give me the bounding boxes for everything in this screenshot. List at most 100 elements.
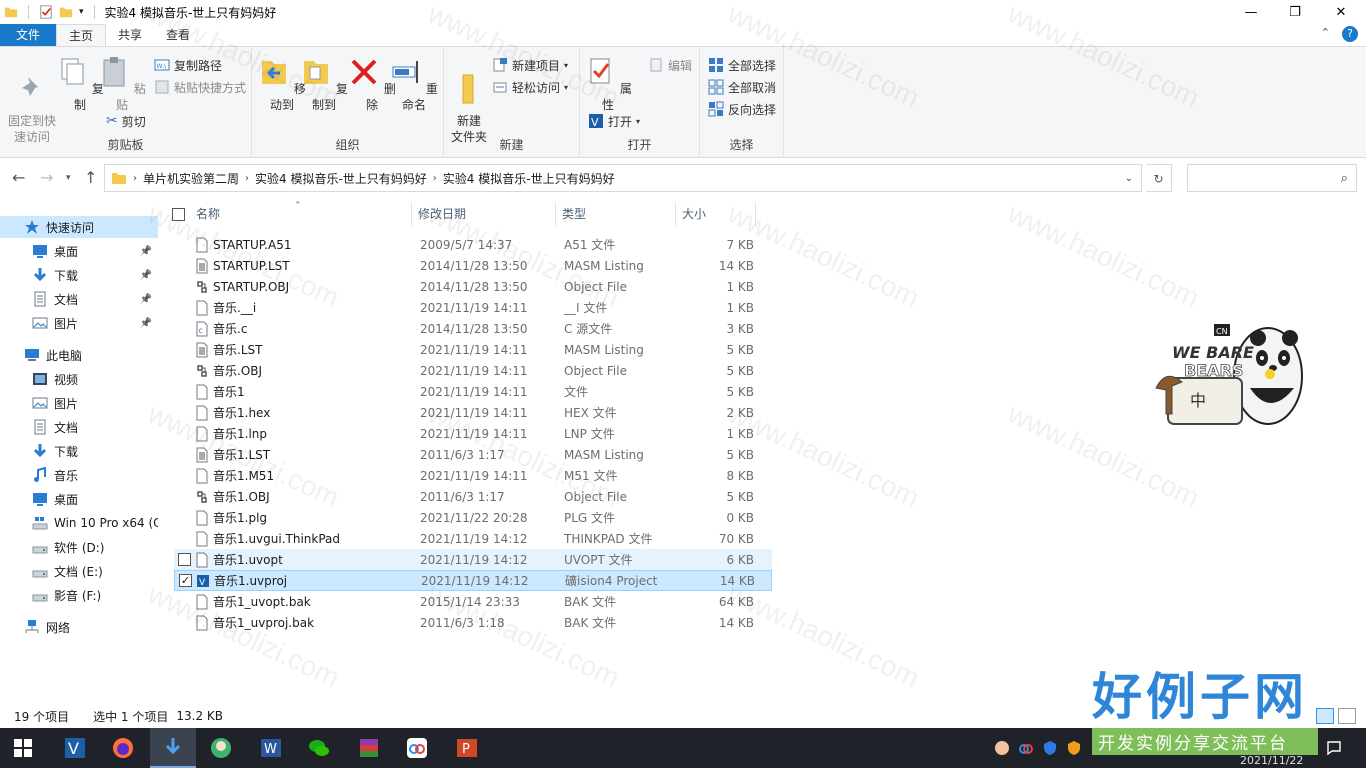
sidebar-item-16[interactable]: 网络 [0,616,158,638]
row-checkbox[interactable]: ✓ [179,574,192,587]
table-row[interactable]: 音乐1.M51 2021/11/19 14:11 M51 文件 8 KB [174,465,772,486]
copy-button[interactable]: 复制 [56,55,104,113]
row-checkbox[interactable] [178,553,191,566]
up-arrow-icon[interactable]: ↑ [84,168,97,187]
address-bar[interactable]: › 单片机实验第二周 › 实验4 模拟音乐-世上只有妈妈好 › 实验4 模拟音乐… [104,164,1142,192]
new-item-button[interactable]: 新建项目 ▾ [492,55,568,75]
row-checkbox[interactable] [178,532,191,545]
paste-button[interactable]: 粘贴 [98,55,146,113]
row-checkbox[interactable] [178,469,191,482]
row-checkbox[interactable] [178,259,191,272]
row-checkbox[interactable] [178,490,191,503]
sidebar-item-11[interactable]: 桌面 [0,488,158,510]
properties-icon[interactable] [39,5,53,19]
pin-to-quick-access-button[interactable]: 固定到快 速访问 [4,55,60,145]
row-checkbox[interactable] [178,322,191,335]
paste-shortcut-button[interactable]: 粘贴快捷方式 [154,77,246,97]
delete-button[interactable]: 删除 [348,55,396,113]
address-dropdown-icon[interactable]: ⌄ [1125,173,1133,184]
help-icon[interactable]: ? [1342,26,1358,42]
back-arrow-icon[interactable]: ← [12,168,25,187]
breadcrumb-chevron-icon[interactable]: › [433,173,437,184]
column-size[interactable]: 大小 [676,202,756,226]
sidebar-item-8[interactable]: 文档 [0,416,158,438]
new-folder-icon[interactable] [59,5,73,19]
sidebar-item-7[interactable]: 图片 [0,392,158,414]
table-row[interactable]: 音乐1.uvgui.ThinkPad 2021/11/19 14:12 THINKP… [174,528,772,549]
sidebar-item-3[interactable]: 文档 📌 [0,288,158,310]
tab-share[interactable]: 共享 [106,24,154,46]
refresh-button[interactable]: ↻ [1146,164,1172,192]
notification-icon[interactable] [1326,740,1342,756]
pin-icon[interactable]: 📌 [140,246,152,257]
table-row[interactable]: c 音乐.c 2014/11/28 13:50 C 源文件 3 KB [174,318,772,339]
table-row[interactable]: ✓ V 音乐1.uvproj 2021/11/19 14:12 礦ision4 Proj… [174,570,772,591]
table-row[interactable]: 音乐.__i 2021/11/19 14:11 __I 文件 1 KB [174,297,772,318]
row-checkbox[interactable] [178,427,191,440]
breadcrumb-item[interactable]: 实验4 模拟音乐-世上只有妈妈好 [255,170,427,187]
open-button[interactable]: V 打开 ▾ [588,111,640,131]
row-checkbox[interactable] [178,280,191,293]
taskbar-wechat[interactable] [296,728,342,768]
sidebar-item-1[interactable]: 桌面 📌 [0,240,158,262]
taskbar-word[interactable]: W [248,728,294,768]
sidebar-item-12[interactable]: Win 10 Pro x64 (C [0,512,158,534]
maximize-button[interactable]: ❐ [1272,0,1318,24]
column-name[interactable]: 名称 ⌃ [170,201,412,226]
invert-selection-button[interactable]: 反向选择 [708,99,776,119]
table-row[interactable]: 音乐1.lnp 2021/11/19 14:11 LNP 文件 1 KB [174,423,772,444]
table-row[interactable]: STARTUP.OBJ 2014/11/28 13:50 Object File 1 … [174,276,772,297]
close-button[interactable]: ✕ [1318,0,1364,24]
collapse-ribbon-icon[interactable]: ⌃ [1321,26,1330,42]
easy-access-button[interactable]: 轻松访问 ▾ [492,77,568,97]
row-checkbox[interactable] [178,616,191,629]
details-view-icon[interactable] [1316,708,1334,724]
row-checkbox[interactable] [178,301,191,314]
qat-dropdown-icon[interactable]: ▾ [79,7,84,17]
row-checkbox[interactable] [178,511,191,524]
sidebar-item-4[interactable]: 图片 📌 [0,312,158,334]
select-all-button[interactable]: 全部选择 [708,55,776,75]
sidebar-item-14[interactable]: 文档 (E:) [0,560,158,582]
sidebar-item-5[interactable]: 此电脑 [0,344,158,366]
tray-security-icon[interactable] [1066,740,1082,756]
taskbar-powerpoint[interactable]: P [444,728,490,768]
tab-file[interactable]: 文件 [0,24,56,46]
edit-button[interactable]: 编辑 [648,55,692,75]
pin-icon[interactable]: 📌 [140,318,152,329]
table-row[interactable]: 音乐1_uvproj.bak 2011/6/3 1:18 BAK 文件 14 KB [174,612,772,633]
column-type[interactable]: 类型 [556,202,676,226]
tray-netdisk-icon[interactable] [1018,740,1034,756]
tab-home[interactable]: 主页 [56,24,107,46]
row-checkbox[interactable] [178,364,191,377]
taskbar-firefox[interactable] [100,728,146,768]
cut-button[interactable]: ✂ 剪切 [106,111,146,131]
select-none-button[interactable]: 全部取消 [708,77,776,97]
copy-to-button[interactable]: 复制到 [300,55,348,113]
table-row[interactable]: 音乐.OBJ 2021/11/19 14:11 Object File 5 KB [174,360,772,381]
row-checkbox[interactable] [178,406,191,419]
sidebar-item-0[interactable]: 快速访问 [0,216,158,238]
forward-arrow-icon[interactable]: → [40,168,53,187]
minimize-button[interactable]: — [1228,0,1274,24]
sidebar-item-10[interactable]: 音乐 [0,464,158,486]
table-row[interactable]: 音乐1_uvopt.bak 2015/1/14 23:33 BAK 文件 64 KB [174,591,772,612]
sidebar-item-9[interactable]: 下载 [0,440,158,462]
taskbar-chat-app[interactable] [198,728,244,768]
taskbar-winrar[interactable] [346,728,392,768]
pin-icon[interactable]: 📌 [140,270,152,281]
start-button[interactable] [0,728,46,768]
column-date[interactable]: 修改日期 [412,202,556,226]
large-icons-view-icon[interactable] [1338,708,1356,724]
tab-view[interactable]: 查看 [154,24,202,46]
taskbar-keil[interactable]: V [52,728,98,768]
row-checkbox[interactable] [178,385,191,398]
new-folder-button[interactable]: 新建 文件夹 [446,55,492,145]
sidebar-item-15[interactable]: 影音 (F:) [0,584,158,606]
tray-avatar-icon[interactable] [994,740,1010,756]
row-checkbox[interactable] [178,595,191,608]
taskbar-downloader[interactable] [150,728,196,768]
table-row[interactable]: STARTUP.LST 2014/11/28 13:50 MASM Listing 1… [174,255,772,276]
table-row[interactable]: 音乐1.plg 2021/11/22 20:28 PLG 文件 0 KB [174,507,772,528]
pin-icon[interactable]: 📌 [140,294,152,305]
